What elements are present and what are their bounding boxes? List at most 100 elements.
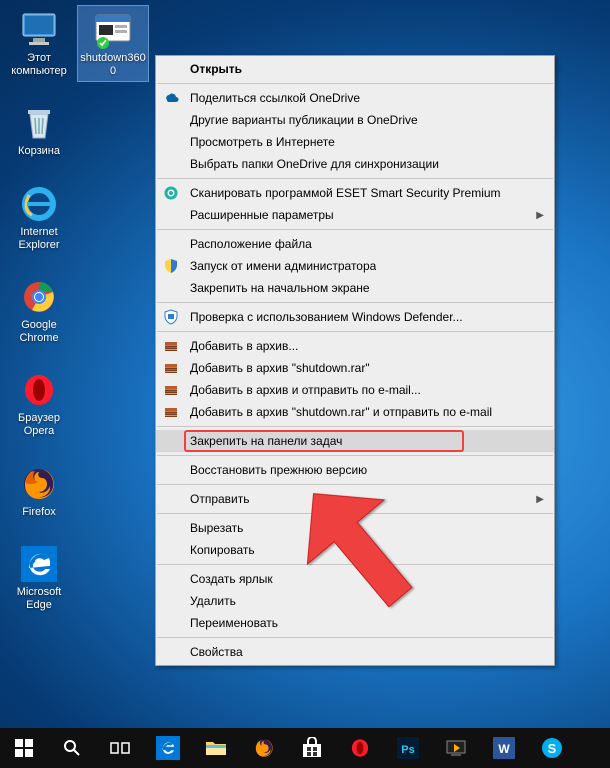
context-menu-item[interactable]: Свойства xyxy=(156,641,554,663)
context-menu-label: Запуск от имени администратора xyxy=(190,259,376,273)
context-menu-item[interactable]: Переименовать xyxy=(156,612,554,634)
search-icon xyxy=(63,739,81,757)
context-menu-label: Закрепить на панели задач xyxy=(190,434,342,448)
chevron-right-icon: ▶ xyxy=(536,210,544,221)
winrar-icon xyxy=(162,337,180,355)
desktop-icon-recycle-bin[interactable]: Корзина xyxy=(4,99,74,162)
winrar-icon xyxy=(162,403,180,421)
menu-separator xyxy=(157,484,553,485)
opera-icon xyxy=(15,370,63,410)
desktop-icon-label: Этот компьютер xyxy=(6,52,72,77)
context-menu-label: Сканировать программой ESET Smart Securi… xyxy=(190,186,501,200)
taskbar-app-photoshop[interactable]: Ps xyxy=(386,728,430,768)
context-menu-item[interactable]: Вырезать xyxy=(156,517,554,539)
blank-icon xyxy=(162,432,180,450)
desktop-icon-opera[interactable]: Браузер Opera xyxy=(4,366,74,441)
context-menu-label: Копировать xyxy=(190,543,255,557)
context-menu-item[interactable]: Добавить в архив "shutdown.rar" xyxy=(156,357,554,379)
context-menu-item[interactable]: Выбрать папки OneDrive для синхронизации xyxy=(156,153,554,175)
desktop-icon-edge[interactable]: Microsoft Edge xyxy=(4,540,74,615)
batch-file-icon xyxy=(89,10,137,50)
context-menu-label: Расширенные параметры xyxy=(190,208,334,222)
blank-icon xyxy=(162,541,180,559)
context-menu-item[interactable]: Запуск от имени администратора xyxy=(156,255,554,277)
blank-icon xyxy=(162,279,180,297)
context-menu-item[interactable]: Расположение файла xyxy=(156,233,554,255)
context-menu-item[interactable]: Открыть xyxy=(156,58,554,80)
taskbar-app-firefox[interactable] xyxy=(242,728,286,768)
blank-icon xyxy=(162,614,180,632)
desktop-icon-label: Microsoft Edge xyxy=(6,586,72,611)
desktop-icon-shutdown3600[interactable]: shutdown3600 xyxy=(78,6,148,81)
context-menu-item[interactable]: Добавить в архив... xyxy=(156,335,554,357)
taskbar-app-skype[interactable]: S xyxy=(530,728,574,768)
blank-icon xyxy=(162,643,180,661)
context-menu-label: Переименовать xyxy=(190,616,278,630)
context-menu-label: Создать ярлык xyxy=(190,572,273,586)
blank-icon xyxy=(162,155,180,173)
blank-icon xyxy=(162,206,180,224)
firefox-icon xyxy=(15,464,63,504)
desktop-icon-label: Браузер Opera xyxy=(6,412,72,437)
desktop-icon-chrome[interactable]: Google Chrome xyxy=(4,273,74,348)
search-button[interactable] xyxy=(50,728,94,768)
svg-text:Ps: Ps xyxy=(401,744,414,756)
menu-separator xyxy=(157,455,553,456)
context-menu-label: Поделиться ссылкой OneDrive xyxy=(190,91,360,105)
menu-separator xyxy=(157,426,553,427)
context-menu-item[interactable]: Закрепить на панели задач xyxy=(156,430,554,452)
context-menu-item[interactable]: Отправить▶ xyxy=(156,488,554,510)
context-menu-item[interactable]: Добавить в архив "shutdown.rar" и отправ… xyxy=(156,401,554,423)
taskbar-app-opera[interactable] xyxy=(338,728,382,768)
context-menu-label: Просмотреть в Интернете xyxy=(190,135,335,149)
photoshop-icon: Ps xyxy=(397,737,419,759)
context-menu-item[interactable]: Другие варианты публикации в OneDrive xyxy=(156,109,554,131)
taskbar-app-store[interactable] xyxy=(290,728,334,768)
taskbar-app-explorer[interactable] xyxy=(194,728,238,768)
context-menu-label: Другие варианты публикации в OneDrive xyxy=(190,113,418,127)
defender-icon xyxy=(162,308,180,326)
blank-icon xyxy=(162,490,180,508)
chrome-icon xyxy=(15,277,63,317)
svg-text:S: S xyxy=(548,741,557,756)
context-menu-item[interactable]: Закрепить на начальном экране xyxy=(156,277,554,299)
context-menu-item[interactable]: Создать ярлык xyxy=(156,568,554,590)
context-menu-label: Проверка с использованием Windows Defend… xyxy=(190,310,463,324)
onedrive-icon xyxy=(162,89,180,107)
task-view-button[interactable] xyxy=(98,728,142,768)
context-menu-item[interactable]: Поделиться ссылкой OneDrive xyxy=(156,87,554,109)
desktop-icon-firefox[interactable]: Firefox xyxy=(4,460,74,523)
media-player-icon xyxy=(445,739,467,757)
blank-icon xyxy=(162,461,180,479)
context-menu-item[interactable]: Проверка с использованием Windows Defend… xyxy=(156,306,554,328)
context-menu-item[interactable]: Расширенные параметры ▶ xyxy=(156,204,554,226)
edge-icon xyxy=(15,544,63,584)
start-button[interactable] xyxy=(2,728,46,768)
desktop-icon-this-pc[interactable]: Этот компьютер xyxy=(4,6,74,81)
context-menu-item[interactable]: Копировать xyxy=(156,539,554,561)
menu-separator xyxy=(157,229,553,230)
blank-icon xyxy=(162,60,180,78)
desktop-icon-label: Internet Explorer xyxy=(6,226,72,251)
menu-separator xyxy=(157,331,553,332)
context-menu-item[interactable]: Восстановить прежнюю версию xyxy=(156,459,554,481)
blank-icon xyxy=(162,111,180,129)
menu-separator xyxy=(157,637,553,638)
context-menu-item[interactable]: Просмотреть в Интернете xyxy=(156,131,554,153)
eset-icon xyxy=(162,184,180,202)
taskbar-app-edge[interactable] xyxy=(146,728,190,768)
taskbar-app-mpc[interactable] xyxy=(434,728,478,768)
blank-icon xyxy=(162,235,180,253)
skype-icon: S xyxy=(541,737,563,759)
taskbar-app-word[interactable]: W xyxy=(482,728,526,768)
context-menu-label: Добавить в архив "shutdown.rar" и отправ… xyxy=(190,405,492,419)
context-menu-item[interactable]: Сканировать программой ESET Smart Securi… xyxy=(156,182,554,204)
winrar-icon xyxy=(162,381,180,399)
context-menu-item[interactable]: Удалить xyxy=(156,590,554,612)
svg-text:W: W xyxy=(498,742,510,756)
desktop-icon-ie[interactable]: Internet Explorer xyxy=(4,180,74,255)
ie-icon xyxy=(15,184,63,224)
opera-icon xyxy=(349,737,371,759)
context-menu-item[interactable]: Добавить в архив и отправить по e-mail..… xyxy=(156,379,554,401)
desktop-icons-column: Этот компьютер Корзина Internet Explorer… xyxy=(4,6,74,616)
